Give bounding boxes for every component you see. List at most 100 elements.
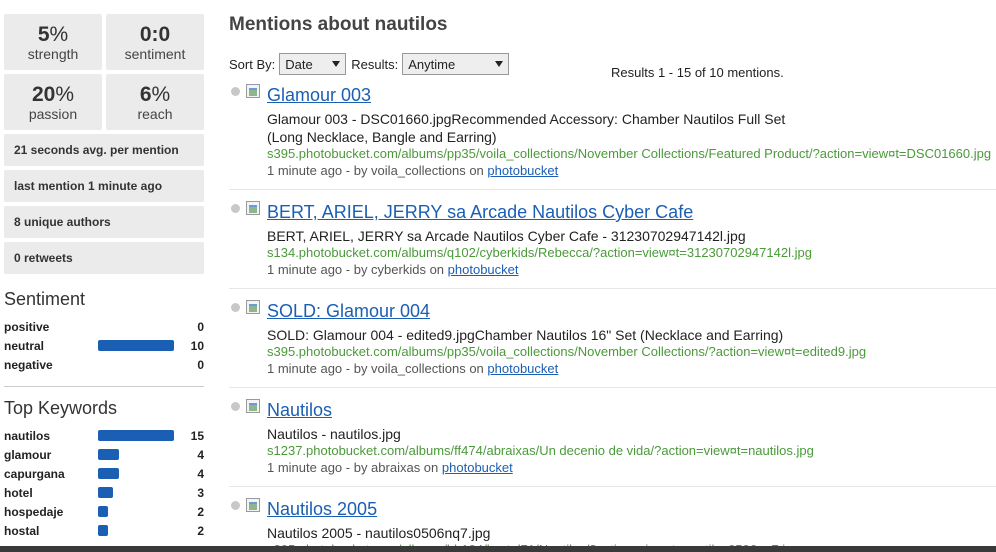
- bar-count: 2: [197, 504, 204, 519]
- mentions-panel: Mentions about nautilos Sort By: Date Re…: [229, 14, 996, 552]
- sentiment-stat: 0:0 sentiment: [106, 14, 204, 70]
- stat-grid: 5% strength 0:0 sentiment 20% passion 6%…: [4, 14, 204, 130]
- mention-description: SOLD: Glamour 004 - edited9.jpgChamber N…: [267, 327, 784, 343]
- mention-item: Nautilos Nautilos - nautilos.jpg s1237.p…: [229, 399, 996, 476]
- status-dot-icon: [231, 87, 240, 96]
- sentiment-list: positive 0 neutral 10 negative 0: [4, 317, 204, 374]
- left-sidebar: 5% strength 0:0 sentiment 20% passion 6%…: [4, 14, 204, 540]
- bar-label: negative: [4, 357, 53, 372]
- mention-title-link[interactable]: Glamour 003: [267, 84, 371, 106]
- mention-time-author: 1 minute ago - by voila_collections on: [267, 163, 484, 178]
- image-icon[interactable]: [246, 201, 260, 215]
- divider: [4, 386, 204, 387]
- bar-count: 0: [197, 319, 204, 334]
- mention-meta: 1 minute ago - by voila_collections on p…: [267, 162, 996, 179]
- bar-fill: [98, 468, 119, 479]
- mention-title-link[interactable]: Nautilos: [267, 399, 332, 421]
- mention-url: s134.photobucket.com/albums/q102/cyberki…: [267, 245, 812, 260]
- divider: [229, 288, 996, 289]
- bar-label: nautilos: [4, 428, 51, 443]
- mention-item: SOLD: Glamour 004 SOLD: Glamour 004 - ed…: [229, 300, 996, 377]
- mention-description: BERT, ARIEL, JERRY sa Arcade Nautilos Cy…: [267, 228, 746, 244]
- bar-count: 4: [197, 466, 204, 481]
- strength-label: strength: [27, 46, 79, 62]
- mention-meta: 1 minute ago - by voila_collections on p…: [267, 360, 996, 377]
- mention-source-link[interactable]: photobucket: [487, 361, 558, 376]
- image-icon[interactable]: [246, 84, 260, 98]
- results-label: Results:: [351, 56, 399, 72]
- mention-source-link[interactable]: photobucket: [448, 262, 519, 277]
- sentiment-label: sentiment: [124, 46, 186, 62]
- mention-description: Nautilos - nautilos.jpg: [267, 426, 401, 442]
- mention-item: Glamour 003 Glamour 003 - DSC01660.jpgRe…: [229, 84, 996, 179]
- sort-select-value: Date: [285, 57, 313, 72]
- avg-per-mention: 21 seconds avg. per mention: [4, 134, 204, 166]
- mention-title-link[interactable]: Nautilos 2005: [267, 498, 377, 520]
- passion-label: passion: [28, 106, 78, 122]
- bar-fill: [98, 506, 108, 517]
- page-title: Mentions about nautilos: [229, 14, 448, 35]
- divider: [229, 189, 996, 190]
- mention-time-author: 1 minute ago - by cyberkids on: [267, 262, 445, 277]
- keyword-row[interactable]: hospedaje 2: [4, 502, 204, 521]
- image-icon[interactable]: [246, 399, 260, 413]
- divider: [229, 486, 996, 487]
- reach-value: 6: [139, 83, 152, 106]
- bar-label: hospedaje: [4, 504, 64, 519]
- divider: [229, 387, 996, 388]
- passion-unit: %: [55, 83, 75, 106]
- bar-count: 0: [197, 357, 204, 372]
- strength-stat: 5% strength: [4, 14, 102, 70]
- sort-label: Sort By:: [229, 56, 276, 72]
- reach-stat: 6% reach: [106, 74, 204, 130]
- reach-label: reach: [137, 106, 173, 122]
- bar-label: positive: [4, 319, 50, 334]
- bar-fill: [98, 525, 108, 536]
- results-select[interactable]: Anytime: [402, 53, 510, 75]
- sort-select[interactable]: Date: [279, 53, 347, 75]
- status-dot-icon: [231, 303, 240, 312]
- image-icon[interactable]: [246, 300, 260, 314]
- sentiment-row-neutral: neutral 10: [4, 336, 204, 355]
- image-icon[interactable]: [246, 498, 260, 512]
- mention-title-link[interactable]: SOLD: Glamour 004: [267, 300, 430, 322]
- bar-label: neutral: [4, 338, 45, 353]
- mention-source-link[interactable]: photobucket: [487, 163, 558, 178]
- bar-fill: [98, 449, 119, 460]
- keyword-row[interactable]: glamour 4: [4, 445, 204, 464]
- mention-time-author: 1 minute ago - by abraixas on: [267, 460, 439, 475]
- keyword-row[interactable]: hotel 3: [4, 483, 204, 502]
- mention-title-link[interactable]: BERT, ARIEL, JERRY sa Arcade Nautilos Cy…: [267, 201, 693, 223]
- mention-source-link[interactable]: photobucket: [442, 460, 513, 475]
- mention-item: Nautilos 2005 Nautilos 2005 - nautilos05…: [229, 498, 996, 552]
- status-dot-icon: [231, 402, 240, 411]
- bar-label: glamour: [4, 447, 52, 462]
- keyword-row[interactable]: hostal 2: [4, 521, 204, 540]
- keyword-row[interactable]: capurgana 4: [4, 464, 204, 483]
- mention-meta: 1 minute ago - by cyberkids on photobuck…: [267, 261, 996, 278]
- bar-count: 15: [190, 428, 204, 443]
- strength-value: 5: [37, 23, 50, 46]
- chevron-down-icon: [495, 61, 504, 67]
- mention-description: Glamour 003 - DSC01660.jpgRecommended Ac…: [267, 111, 786, 145]
- bar-fill: [98, 430, 174, 441]
- passion-value: 20: [31, 83, 56, 106]
- mention-description: Nautilos 2005 - nautilos0506nq7.jpg: [267, 525, 491, 541]
- bottom-scroll-edge: [0, 546, 996, 552]
- bar-count: 2: [197, 523, 204, 538]
- mention-url: s395.photobucket.com/albums/pp35/voila_c…: [267, 344, 867, 359]
- results-select-value: Anytime: [408, 57, 456, 72]
- reach-unit: %: [151, 83, 171, 106]
- bar-fill: [98, 340, 174, 351]
- bar-count: 10: [190, 338, 204, 353]
- unique-authors: 8 unique authors: [4, 206, 204, 238]
- mention-meta: 1 minute ago - by abraixas on photobucke…: [267, 459, 996, 476]
- retweets: 0 retweets: [4, 242, 204, 274]
- sentiment-row-positive: positive 0: [4, 317, 204, 336]
- keyword-row[interactable]: nautilos 15: [4, 426, 204, 445]
- status-dot-icon: [231, 501, 240, 510]
- chevron-down-icon: [332, 61, 341, 67]
- results-count: Results 1 - 15 of 10 mentions.: [611, 65, 784, 80]
- bar-count: 3: [197, 485, 204, 500]
- keywords-list: nautilos 15 glamour 4 capurgana 4 hotel …: [4, 426, 204, 540]
